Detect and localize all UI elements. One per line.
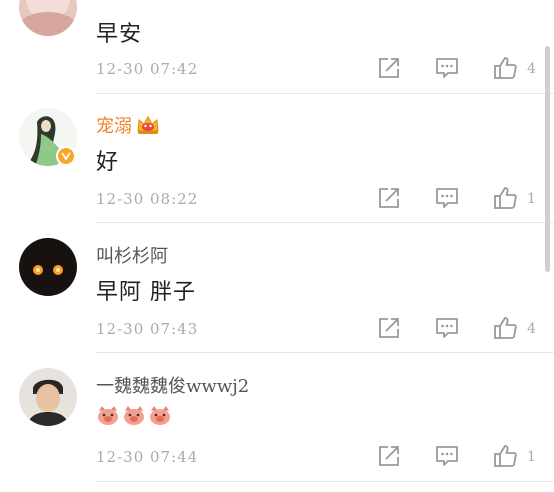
comment-icon bbox=[436, 188, 458, 208]
timestamp: 12-30 07:43 bbox=[96, 320, 199, 338]
avatar[interactable] bbox=[19, 0, 77, 36]
comment-text: 早阿 胖子 bbox=[96, 280, 196, 305]
thumbs-up-icon bbox=[494, 187, 517, 209]
username-text: 宠溺 bbox=[96, 116, 132, 137]
pig-emoji-icon bbox=[122, 404, 146, 426]
like-count: 1 bbox=[527, 191, 536, 207]
comment-item: 早安 12-30 07:42 4 bbox=[0, 0, 554, 94]
like-button[interactable] bbox=[492, 315, 518, 341]
share-icon bbox=[379, 188, 399, 208]
thumbs-up-icon bbox=[494, 57, 517, 79]
vip-crown-icon bbox=[136, 115, 160, 140]
share-icon bbox=[379, 58, 399, 78]
pig-emoji-icon bbox=[96, 404, 120, 426]
share-button[interactable] bbox=[376, 315, 402, 341]
pig-emoji-icon bbox=[148, 404, 172, 426]
like-button[interactable] bbox=[492, 55, 518, 81]
username[interactable]: 宠溺 bbox=[96, 112, 160, 140]
comment-button[interactable] bbox=[434, 55, 460, 81]
verified-badge-icon bbox=[56, 146, 76, 166]
divider bbox=[96, 222, 554, 223]
share-icon bbox=[379, 318, 399, 338]
like-button[interactable] bbox=[492, 443, 518, 469]
username[interactable]: 叫杉杉阿 bbox=[96, 242, 168, 268]
like-count: 4 bbox=[527, 61, 536, 77]
timestamp: 12-30 07:44 bbox=[96, 448, 199, 466]
like-count: 1 bbox=[527, 449, 536, 465]
comment-item: 宠溺 好 12-30 08:22 1 bbox=[0, 94, 554, 224]
share-button[interactable] bbox=[376, 443, 402, 469]
share-button[interactable] bbox=[376, 185, 402, 211]
share-button[interactable] bbox=[376, 55, 402, 81]
comment-item: 一魏魏魏俊wwwj2 12-30 07:44 1 bbox=[0, 354, 554, 484]
comment-text: 早安 bbox=[96, 22, 143, 47]
scrollbar[interactable] bbox=[545, 46, 550, 272]
comment-icon bbox=[436, 318, 458, 338]
like-count: 4 bbox=[527, 321, 536, 337]
avatar[interactable] bbox=[19, 238, 77, 296]
divider bbox=[96, 352, 554, 353]
comment-icon bbox=[436, 446, 458, 466]
thumbs-up-icon bbox=[494, 445, 517, 467]
comment-item: 叫杉杉阿 早阿 胖子 12-30 07:43 4 bbox=[0, 224, 554, 354]
avatar[interactable] bbox=[19, 368, 77, 426]
username[interactable]: 一魏魏魏俊wwwj2 bbox=[96, 372, 249, 398]
comment-button[interactable] bbox=[434, 443, 460, 469]
comment-icon bbox=[436, 58, 458, 78]
comment-button[interactable] bbox=[434, 315, 460, 341]
comment-emoji-row bbox=[96, 404, 174, 432]
timestamp: 12-30 08:22 bbox=[96, 190, 199, 208]
comment-text: 好 bbox=[96, 150, 120, 175]
thumbs-up-icon bbox=[494, 317, 517, 339]
comment-button[interactable] bbox=[434, 185, 460, 211]
divider bbox=[96, 481, 554, 482]
timestamp: 12-30 07:42 bbox=[96, 60, 199, 78]
share-icon bbox=[379, 446, 399, 466]
like-button[interactable] bbox=[492, 185, 518, 211]
